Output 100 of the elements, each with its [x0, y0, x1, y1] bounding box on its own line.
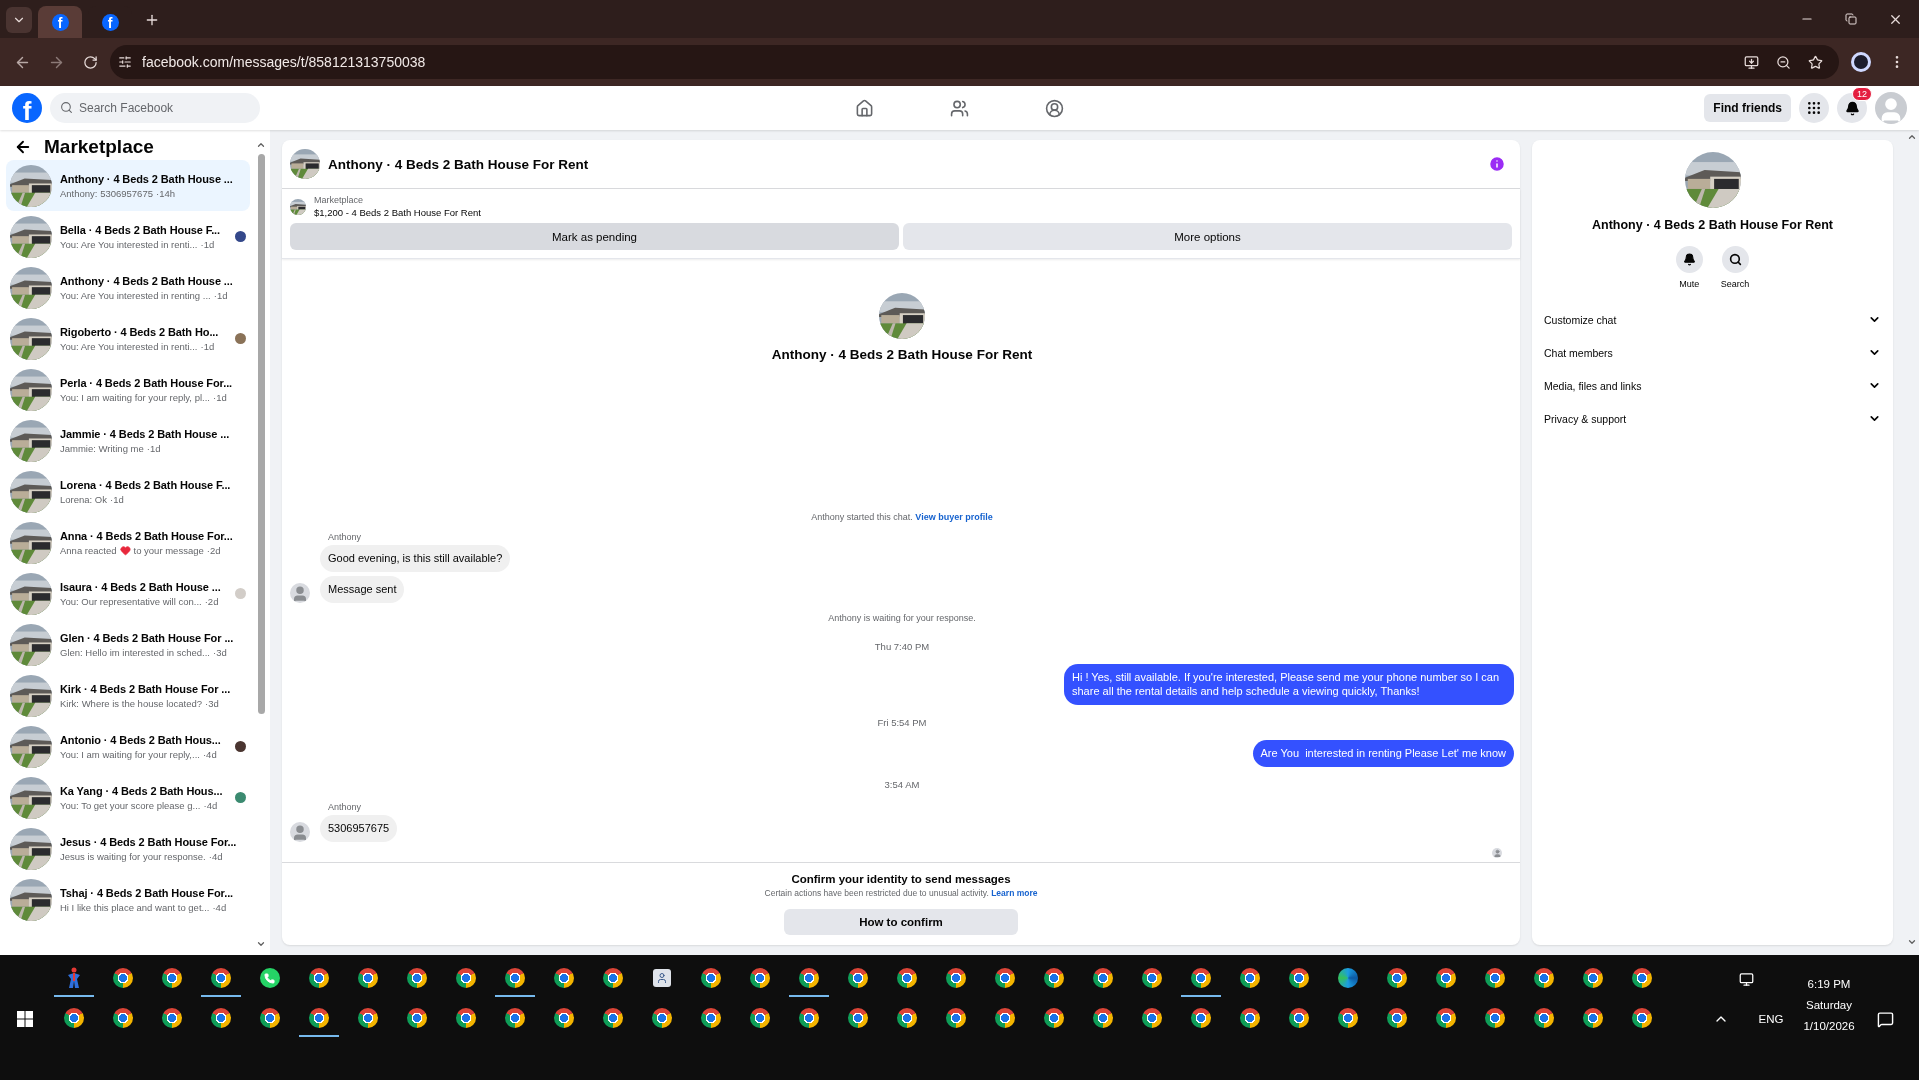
favicon: f [51, 13, 69, 31]
language-indicator[interactable]: ENG [1758, 1013, 1784, 1025]
chrome-icon [700, 968, 721, 988]
received-message: 5306957675 [320, 815, 398, 842]
search-field[interactable]: Search Facebook [50, 93, 260, 123]
conversation-item[interactable]: Bella · 4 Beds 2 Bath House F... You: Are You interested in renti... ·1d [6, 211, 250, 262]
buyer-profile-link[interactable]: View buyer profile [915, 511, 993, 522]
contact-card-icon [652, 969, 671, 987]
listing-action-button[interactable]: Mark as pending [290, 223, 899, 250]
chrome-icon [1484, 968, 1505, 988]
conversation-title: Anthony · 4 Beds 2 Bath House ... [60, 274, 234, 287]
address-bar[interactable]: facebook.com/messages/t/858121313750038 [110, 45, 1839, 79]
chrome-icon [553, 1008, 574, 1028]
conversation-item[interactable]: Ka Yang · 4 Beds 2 Bath Hous... You: To get your score please g... ·4d [6, 772, 250, 823]
chrome-icon [504, 968, 525, 988]
scroll-down-icon[interactable] [1907, 937, 1917, 947]
chrome-icon [1043, 1008, 1064, 1028]
chrome-icon [749, 968, 770, 988]
chrome-icon [553, 968, 574, 988]
message-preview: You: I am waiting for your reply, pl... [60, 391, 210, 403]
conversation-item[interactable]: Perla · 4 Beds 2 Bath House For... You: I am waiting for your reply, pl... ·1d [6, 364, 250, 415]
notifications-button[interactable] [1837, 93, 1867, 123]
sender-name: Anthony [328, 531, 363, 542]
restore-icon [1845, 13, 1857, 25]
chrome-icon [1190, 968, 1211, 988]
conversation-title: Glen · 4 Beds 2 Bath House For ... [60, 631, 235, 644]
chrome-icon [602, 968, 623, 988]
timestamp: 3:54 AM [884, 779, 920, 791]
conversation-item[interactable]: Tshaj · 4 Beds 2 Bath House For... Hi I like this place and want to get... ·4d [6, 874, 250, 925]
restriction-title: Confirm your identity to send messages [791, 873, 1011, 885]
scroll-up-icon[interactable] [256, 140, 266, 150]
chrome-icon [994, 968, 1015, 988]
chrome-icon [1190, 1008, 1211, 1028]
logo[interactable]: f [12, 93, 42, 123]
message-preview: Lorena: Ok [60, 493, 107, 505]
notifications-icon[interactable] [1876, 1010, 1894, 1028]
details-section[interactable]: Media, files and links [1542, 369, 1883, 402]
star-icon [1807, 54, 1823, 70]
message-time: ·4d [203, 799, 218, 811]
chrome-icon [798, 968, 819, 988]
message-preview: Glen: Hello im interested in sched... [60, 646, 210, 658]
search-icon [60, 101, 73, 114]
conversation-item[interactable]: Anna · 4 Beds 2 Bath House For... Anna reacted to your message ·2d [6, 517, 250, 568]
display-icon[interactable] [1738, 971, 1754, 987]
scroll-down-icon[interactable] [256, 939, 266, 949]
profile-icon[interactable] [1851, 52, 1871, 72]
conversation-item[interactable]: Anthony · 4 Beds 2 Bath House ... Anthony: 5306957675 ·14h [6, 160, 250, 211]
chrome-icon [112, 968, 133, 988]
conversation-title: Anthony · 4 Beds 2 Bath House ... [60, 172, 234, 185]
menu-grid-button[interactable] [1799, 93, 1829, 123]
conversation-item[interactable]: Antonio · 4 Beds 2 Bath Hous... You: I am waiting for your reply,... ·4d [6, 721, 250, 772]
clock[interactable]: 6:19 PM Saturday 1/10/2026 [1796, 959, 1862, 1069]
friends-icon[interactable] [950, 98, 969, 118]
chrome-icon [1631, 968, 1652, 988]
details-section[interactable]: Customize chat [1542, 303, 1883, 336]
chrome-icon [847, 968, 868, 988]
message-preview: Kirk: Where is the house located? [60, 697, 203, 709]
chrome-icon [1337, 1008, 1358, 1028]
chrome-icon [749, 1008, 770, 1028]
conversation-item[interactable]: Kirk · 4 Beds 2 Bath House For ... Kirk: Where is the house located? ·3d [6, 670, 250, 721]
find-friends-button[interactable]: Find friends [1704, 94, 1791, 122]
conversation-title: Ka Yang · 4 Beds 2 Bath Hous... [60, 784, 224, 797]
conversation-item[interactable]: Rigoberto · 4 Beds 2 Bath Ho... You: Are You interested in renti... ·1d [6, 313, 250, 364]
info-icon[interactable] [1488, 155, 1506, 173]
home-icon[interactable] [855, 98, 874, 118]
chrome-icon [1043, 968, 1064, 988]
chrome-icon [161, 968, 182, 988]
site-settings-icon[interactable] [118, 55, 132, 69]
message-preview: You: Our representative will con... [60, 595, 202, 607]
browser-tab[interactable]: f [38, 6, 82, 38]
learn-more-link[interactable]: Learn more [991, 888, 1038, 898]
windows-logo-icon[interactable] [16, 1011, 33, 1027]
chrome-icon [798, 1008, 819, 1028]
conversation-item[interactable]: Glen · 4 Beds 2 Bath House For ... Glen: Hello im interested in sched... ·3d [6, 619, 250, 670]
listing-name[interactable]: $1,200 - 4 Beds 2 Bath House For Rent [314, 207, 481, 218]
details-section[interactable]: Chat members [1542, 336, 1883, 369]
scroll-up-icon[interactable] [1907, 132, 1917, 142]
chrome-icon [63, 1008, 84, 1028]
chrome-icon [1582, 968, 1603, 988]
tab-list-button[interactable] [6, 7, 32, 33]
chrome-icon [1631, 1008, 1652, 1028]
conversation-item[interactable]: Jesus · 4 Beds 2 Bath House For... Jesus is waiting for your response. ·4d [6, 823, 250, 874]
conversation-item[interactable]: Jammie · 4 Beds 2 Bath House ... Jammie: Writing me ·1d [6, 415, 250, 466]
details-section[interactable]: Privacy & support [1542, 402, 1883, 435]
phone-icon [259, 968, 280, 988]
conversation-item[interactable]: Isaura · 4 Beds 2 Bath House ... You: Our representative will con... ·2d [6, 568, 250, 619]
message-preview: You: I am waiting for your reply,... [60, 748, 200, 760]
notification-badge: 12 [1852, 87, 1872, 101]
search-icon [1728, 253, 1742, 266]
chrome-icon [455, 968, 476, 988]
scrollbar[interactable] [256, 140, 266, 949]
listing-action-button[interactable]: More options [903, 223, 1512, 250]
url-text: facebook.com/messages/t/858121313750038 [142, 54, 426, 70]
message-preview: Jammie: Writing me [60, 442, 144, 454]
chrome-icon [847, 1008, 868, 1028]
conversation-item[interactable]: Lorena · 4 Beds 2 Bath House F... Lorena: Ok ·1d [6, 466, 250, 517]
conversation-title: Perla · 4 Beds 2 Bath House For... [60, 376, 234, 389]
groups-icon[interactable] [1045, 98, 1064, 118]
conversation-item[interactable]: Anthony · 4 Beds 2 Bath House ... You: Are You interested in renting ... ·1d [6, 262, 250, 313]
how-to-confirm-button[interactable]: How to confirm [784, 909, 1018, 935]
